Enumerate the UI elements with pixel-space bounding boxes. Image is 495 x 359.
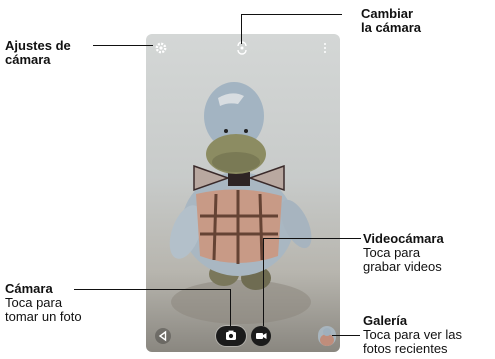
- callout-camera-settings-title-1: Ajustes de: [5, 38, 71, 53]
- shutter-button[interactable]: [216, 326, 246, 346]
- callout-camera-desc-2: tomar un foto: [5, 309, 82, 324]
- switch-camera-icon[interactable]: [235, 41, 249, 55]
- camera-icon: [226, 330, 236, 340]
- leader-line-switch-camera-h: [241, 14, 342, 15]
- leader-line-gallery: [332, 335, 360, 336]
- callout-switch-camera-title-2: la cámara: [361, 20, 421, 35]
- callout-gallery-title: Galería: [363, 313, 408, 328]
- callout-video-camera-title: Videocámara: [363, 231, 444, 246]
- callout-switch-camera: Cambiar la cámara: [361, 7, 421, 35]
- leader-line-camera-v: [230, 289, 231, 326]
- leader-line-video-v: [263, 238, 264, 326]
- callout-camera-desc-1: Toca para: [5, 295, 63, 310]
- gallery-preview-image: [318, 326, 336, 346]
- callout-camera: Cámara Toca para tomar un foto: [5, 282, 82, 324]
- callout-video-camera: Videocámara Toca para grabar videos: [363, 232, 444, 274]
- back-triangle-icon[interactable]: [154, 327, 172, 345]
- gallery-thumbnail[interactable]: [318, 326, 336, 346]
- callout-camera-settings: Ajustes de cámara: [5, 39, 71, 67]
- callout-gallery: Galería Toca para ver las fotos reciente…: [363, 314, 462, 356]
- leader-line-settings: [93, 45, 153, 46]
- video-button[interactable]: [251, 326, 271, 346]
- leader-line-video-h: [263, 238, 361, 239]
- more-vert-icon[interactable]: [318, 41, 332, 55]
- callout-gallery-desc-1: Toca para ver las: [363, 327, 462, 342]
- callout-switch-camera-title-1: Cambiar: [361, 6, 414, 21]
- gear-icon[interactable]: [154, 41, 168, 55]
- callout-video-camera-desc-1: Toca para: [363, 245, 421, 260]
- callout-video-camera-desc-2: grabar videos: [363, 259, 442, 274]
- callout-camera-settings-title-2: cámara: [5, 52, 51, 67]
- camera-viewfinder: [146, 34, 340, 352]
- video-camera-icon: [256, 333, 267, 339]
- callout-camera-title: Cámara: [5, 281, 53, 296]
- leader-line-switch-camera-v: [241, 14, 242, 44]
- viewfinder-image: [169, 82, 312, 324]
- leader-line-camera-h: [74, 289, 230, 290]
- camera-controls: [146, 322, 340, 352]
- callout-gallery-desc-2: fotos recientes: [363, 341, 448, 356]
